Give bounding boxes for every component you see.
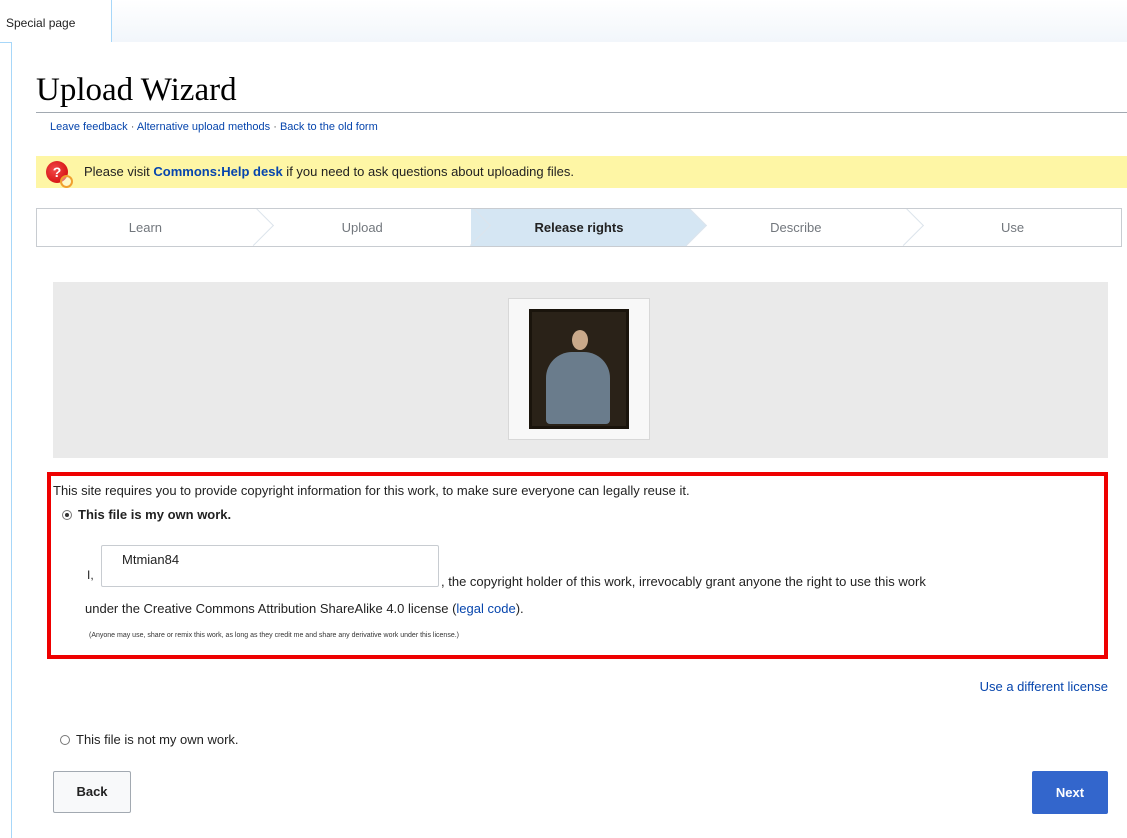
tab-bar: Special page	[0, 0, 1127, 43]
portrait-face	[572, 330, 588, 350]
legal-code-link[interactable]: legal code	[456, 601, 515, 616]
portrait-thumbnail	[529, 309, 629, 429]
step-describe: Describe	[687, 209, 904, 246]
portrait-figure	[546, 352, 610, 424]
own-work-label[interactable]: This file is my own work.	[78, 507, 231, 522]
not-own-work-radio[interactable]	[60, 734, 70, 745]
own-work-option[interactable]: This file is my own work.	[62, 507, 231, 522]
header-links: Leave feedback · Alternative upload meth…	[50, 121, 378, 133]
license-note: (Anyone may use, share or remix this wor…	[89, 632, 459, 639]
tab-special-page[interactable]: Special page	[0, 0, 112, 42]
notice-prefix: Please visit	[84, 164, 154, 179]
step-learn: Learn	[37, 209, 254, 246]
notice-suffix: if you need to ask questions about uploa…	[282, 164, 574, 179]
alternative-upload-methods-link[interactable]: Alternative upload methods	[137, 121, 270, 133]
copyright-requirement-text: This site requires you to provide copyri…	[53, 483, 690, 498]
old-form-link[interactable]: Back to the old form	[280, 121, 378, 133]
author-input[interactable]	[101, 545, 439, 587]
help-icon: ?	[46, 161, 73, 188]
step-use: Use	[1001, 220, 1025, 235]
next-button[interactable]: Next	[1032, 771, 1108, 814]
help-notice: ? Please visit Commons:Help desk if you …	[36, 156, 1127, 188]
link-separator: ·	[270, 121, 280, 133]
grant-line2-prefix: under the Creative Commons Attribution S…	[85, 601, 457, 616]
content-area: Upload Wizard Leave feedback · Alternati…	[11, 42, 1127, 838]
not-own-work-label[interactable]: This file is not my own work.	[76, 732, 239, 747]
step-upload: Upload	[254, 209, 471, 246]
step-release-rights: Release rights	[470, 209, 688, 246]
help-desk-link[interactable]: Commons:Help desk	[153, 164, 282, 179]
i-label: I,	[87, 568, 94, 582]
link-separator: ·	[127, 121, 137, 133]
grant-text-line1: , the copyright holder of this work, irr…	[441, 574, 926, 589]
use-different-license-link[interactable]: Use a different license	[980, 679, 1108, 694]
back-button[interactable]: Back	[53, 771, 131, 813]
not-own-work-option[interactable]: This file is not my own work.	[60, 732, 239, 747]
grant-text-line2: under the Creative Commons Attribution S…	[85, 601, 524, 616]
own-work-radio[interactable]	[62, 509, 72, 520]
wizard-steps: Learn Upload Release rights Describe Use	[36, 208, 1122, 247]
grant-line2-suffix: ).	[515, 601, 524, 616]
thumbnail-frame	[508, 298, 650, 440]
page-title: Upload Wizard	[36, 72, 1127, 113]
leave-feedback-link[interactable]: Leave feedback	[50, 121, 128, 133]
thumbnail-area	[53, 282, 1108, 458]
